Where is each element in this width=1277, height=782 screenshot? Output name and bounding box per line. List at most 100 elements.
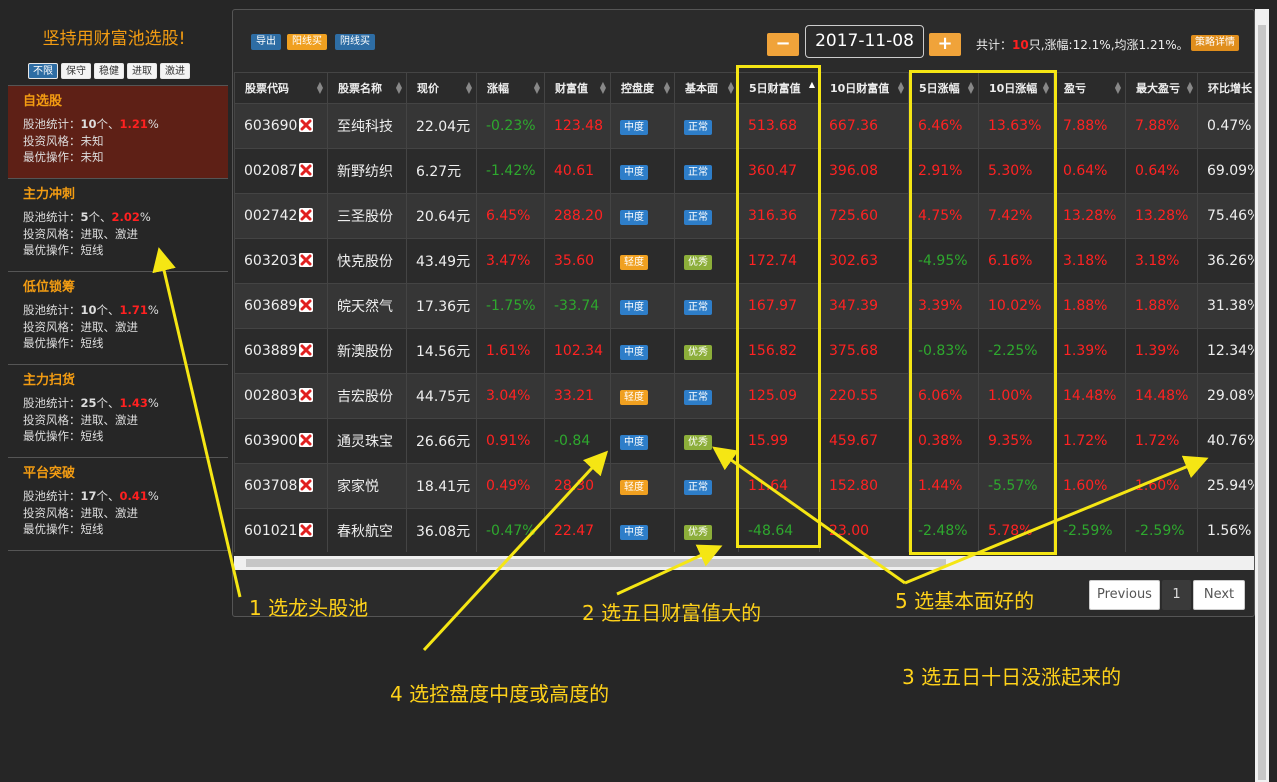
style-filter-conservative[interactable]: 保守 <box>61 63 91 79</box>
buy-yang-button[interactable]: 阳线买 <box>287 34 327 50</box>
remove-icon[interactable] <box>299 433 314 447</box>
horizontal-scroll-thumb[interactable] <box>246 559 946 567</box>
column-header[interactable]: 盈亏 ▲ ▼ <box>1053 72 1126 104</box>
pool-pct: 0.41 <box>119 489 148 503</box>
stock-code: 603900 <box>244 433 298 449</box>
remove-icon[interactable] <box>299 298 314 312</box>
style-filter-aggressive[interactable]: 进取 <box>127 63 157 79</box>
column-header[interactable]: 股票名称 ▲ ▼ <box>327 72 407 104</box>
sort-icon[interactable]: ▲ ▼ <box>664 81 670 95</box>
pool-style-value: 进取、激进 <box>80 226 139 241</box>
stock-code: 002803 <box>244 388 298 404</box>
pool-count-unit: 个、 <box>96 396 120 410</box>
next-date-button[interactable]: + <box>929 33 961 56</box>
pagination-page-1[interactable]: 1 <box>1162 580 1191 610</box>
vertical-scroll-thumb[interactable] <box>1258 25 1266 780</box>
column-header[interactable]: 最大盈亏 ▲ ▼ <box>1125 72 1198 104</box>
remove-icon[interactable] <box>299 163 314 177</box>
sort-icon[interactable]: ▲ ▼ <box>317 81 323 95</box>
pool-item[interactable]: 低位锁筹 股池统计：10个、1.71% 投资风格：进取、激进 最优操作：短线 <box>8 272 228 365</box>
pool-pct-unit: % <box>147 117 159 131</box>
sort-icon[interactable]: ▲ ▼ <box>466 81 472 95</box>
pool-stat: 股池统计：17个、0.41% <box>23 488 228 505</box>
strategy-detail-button[interactable]: 策略详情 <box>1191 35 1239 51</box>
cell-mom: 36.26% <box>1197 238 1254 284</box>
pool-name: 主力冲刺 <box>23 187 76 202</box>
pool-op-label: 最优操作： <box>23 522 81 536</box>
cell-w10: 667.36 <box>819 103 909 149</box>
sort-icon[interactable]: ▲ ▼ <box>534 81 540 95</box>
pool-style: 投资风格：进取、激进 <box>23 319 228 336</box>
cell-code: 002087 <box>234 148 328 194</box>
cell-w10: 347.39 <box>819 283 909 329</box>
cell-mom: 31.38% <box>1197 283 1254 329</box>
remove-icon[interactable] <box>299 478 314 492</box>
pool-item[interactable]: 主力冲刺 股池统计：5个、2.02% 投资风格：进取、激进 最优操作：短线 <box>8 179 228 272</box>
cell-pl: 1.60% <box>1053 463 1126 509</box>
annotation-note-3: 3 选五日十日没涨起来的 <box>902 665 1122 689</box>
style-filter-steady[interactable]: 稳健 <box>94 63 124 79</box>
cell-fund: 正常 <box>674 283 739 329</box>
sort-icon[interactable]: ▲ ▼ <box>898 81 904 95</box>
remove-icon[interactable] <box>299 208 314 222</box>
sort-icon[interactable]: ▲ ▼ <box>1187 81 1193 95</box>
pool-pct: 1.21 <box>119 117 148 131</box>
remove-icon[interactable] <box>299 343 314 357</box>
pool-item[interactable]: 主力扫货 股池统计：25个、1.43% 投资风格：进取、激进 最优操作：短线 <box>8 365 228 458</box>
cell-wealth: 123.48 <box>544 103 611 149</box>
column-header[interactable]: 控盘度 ▲ ▼ <box>610 72 675 104</box>
remove-icon[interactable] <box>299 118 314 132</box>
cell-mom: 0.47% <box>1197 103 1254 149</box>
vertical-scrollbar[interactable] <box>1255 9 1269 782</box>
pagination-previous-button[interactable]: Previous <box>1089 580 1160 610</box>
sort-icon[interactable]: ▲ ▼ <box>728 81 734 95</box>
pool-style: 投资风格：进取、激进 <box>23 226 228 243</box>
pool-item[interactable]: 平台突破 股池统计：17个、0.41% 投资风格：进取、激进 最优操作：短线 <box>8 458 228 551</box>
column-header[interactable]: 财富值 ▲ ▼ <box>544 72 611 104</box>
cell-name: 通灵珠宝 <box>327 418 407 464</box>
cell-maxpl: 1.88% <box>1125 283 1198 329</box>
remove-icon[interactable] <box>299 253 314 267</box>
cell-mom: 25.94% <box>1197 463 1254 509</box>
column-header[interactable]: 股票代码 ▲ ▼ <box>234 72 328 104</box>
buy-yin-button[interactable]: 阴线买 <box>335 34 375 50</box>
cell-mom: 69.09% <box>1197 148 1254 194</box>
annotation-note-2: 2 选五日财富值大的 <box>582 601 762 625</box>
pool-op: 最优操作：短线 <box>23 428 228 445</box>
stock-code: 603203 <box>244 253 298 269</box>
horizontal-scrollbar[interactable] <box>234 556 1254 570</box>
export-button[interactable]: 导出 <box>251 34 281 50</box>
cell-code: 601021 <box>234 508 328 552</box>
pool-stat: 股池统计：5个、2.02% <box>23 209 228 226</box>
column-header[interactable]: 环比增长▲▼ <box>1197 72 1254 104</box>
pool-name: 主力扫货 <box>23 373 76 388</box>
remove-icon[interactable] <box>299 523 314 537</box>
sort-icon[interactable]: ▲ ▼ <box>396 81 402 95</box>
style-filter-all[interactable]: 不限 <box>28 63 58 79</box>
pool-op: 最优操作：短线 <box>23 521 228 538</box>
pool-stat-label: 股池统计： <box>23 210 81 224</box>
cell-price: 17.36元 <box>406 283 477 329</box>
stock-code: 603690 <box>244 118 298 134</box>
cell-code: 603708 <box>234 463 328 509</box>
cell-name: 新野纺织 <box>327 148 407 194</box>
remove-icon[interactable] <box>299 388 314 402</box>
pool-item[interactable]: 自选股 股池统计：10个、1.21% 投资风格：未知 最优操作：未知 <box>8 86 228 179</box>
prev-date-button[interactable]: − <box>767 33 799 56</box>
date-field[interactable]: 2017-11-08 <box>805 25 924 58</box>
pool-count: 25 <box>80 396 97 410</box>
control-tag: 中度 <box>620 344 648 360</box>
highlight-box-5day-wealth <box>736 65 821 548</box>
pagination-next-button[interactable]: Next <box>1193 580 1245 610</box>
style-filter-radical[interactable]: 激进 <box>160 63 190 79</box>
sort-icon[interactable]: ▲ ▼ <box>1115 81 1121 95</box>
cell-pl: 7.88% <box>1053 103 1126 149</box>
stock-code: 603689 <box>244 298 298 314</box>
sort-icon[interactable]: ▲ ▼ <box>600 81 606 95</box>
cell-control: 中度 <box>610 193 675 239</box>
column-header[interactable]: 涨幅 ▲ ▼ <box>476 72 545 104</box>
column-header[interactable]: 现价 ▲ ▼ <box>406 72 477 104</box>
column-header[interactable]: 10日财富值 ▲ ▼ <box>819 72 909 104</box>
column-header[interactable]: 基本面 ▲ ▼ <box>674 72 739 104</box>
cell-pl: -2.59% <box>1053 508 1126 552</box>
